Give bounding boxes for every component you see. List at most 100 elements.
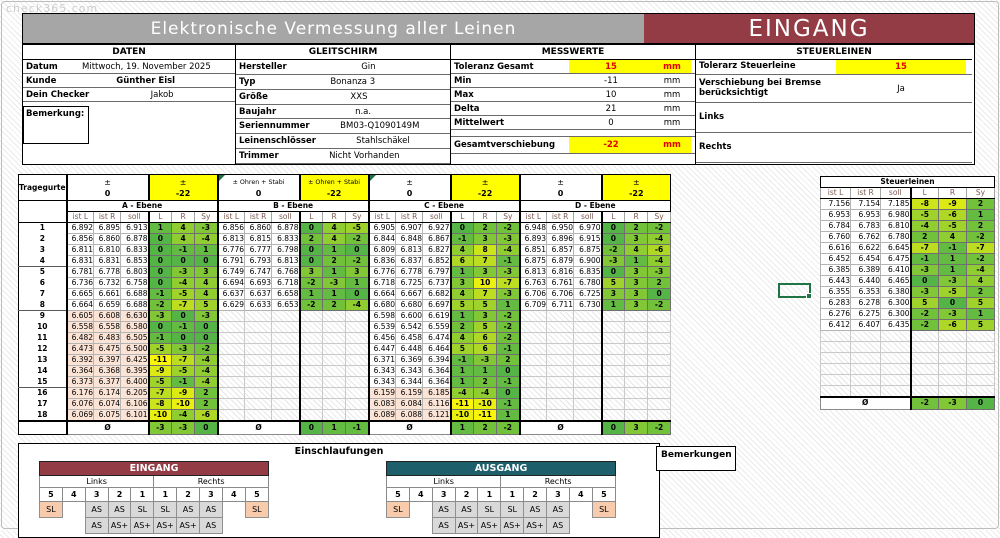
field-value[interactable]: -11 (569, 74, 653, 87)
ist-l-cell[interactable]: 6.452 (821, 254, 851, 265)
ist-r-cell[interactable]: 6.732 (94, 278, 121, 289)
ist-l-cell[interactable]: 6.749 (218, 267, 245, 278)
empty-cell[interactable] (245, 388, 272, 399)
diff-r-cell[interactable]: -7 (172, 300, 195, 311)
soll-cell[interactable]: 6.737 (423, 278, 451, 289)
diff-sy-cell[interactable]: 3 (195, 267, 218, 278)
ist-l-cell[interactable]: 6.385 (821, 265, 851, 276)
soll-cell[interactable]: 6.797 (423, 267, 451, 278)
diff-r-cell[interactable]: 1 (939, 254, 967, 265)
diff-l-cell[interactable]: -5 (911, 210, 939, 221)
shift-zero-cell[interactable]: ±0 (369, 175, 451, 201)
soll-cell[interactable]: 6.915 (574, 234, 602, 245)
soll-cell[interactable]: 6.810 (881, 221, 911, 232)
empty-cell[interactable] (272, 388, 300, 399)
soll-cell[interactable]: 6.827 (423, 245, 451, 256)
loop-tag[interactable]: SL (245, 502, 268, 518)
diff-r-cell[interactable]: -6 (939, 210, 967, 221)
soll-cell[interactable]: 6.833 (121, 245, 149, 256)
diff-l-cell[interactable]: 0 (602, 267, 625, 278)
ist-r-cell[interactable]: 6.622 (851, 243, 881, 254)
diff-l-cell[interactable]: 5 (451, 300, 474, 311)
diff-sy-cell[interactable]: 2 (195, 399, 218, 410)
empty-cell[interactable] (323, 388, 346, 399)
loop-tag[interactable] (245, 518, 268, 534)
field-value[interactable]: 15 (569, 60, 653, 73)
field-value[interactable] (836, 133, 966, 162)
diff-r-cell[interactable]: 4 (323, 223, 346, 234)
loop-tag[interactable]: AS+ (455, 518, 478, 534)
empty-cell[interactable] (245, 344, 272, 355)
empty-cell[interactable] (520, 366, 547, 377)
ist-r-cell[interactable]: 6.389 (851, 265, 881, 276)
loop-tag[interactable]: SL (501, 502, 524, 518)
empty-cell[interactable] (218, 355, 245, 366)
loop-tag[interactable] (62, 518, 85, 534)
empty-cell[interactable] (547, 355, 574, 366)
ist-l-cell[interactable]: 6.781 (67, 267, 94, 278)
ist-l-cell[interactable]: 6.811 (67, 245, 94, 256)
shift-zero-cell[interactable]: ± Ohren + Stabi0 (218, 175, 300, 201)
diff-l-cell[interactable]: -3 (911, 265, 939, 276)
loop-tag[interactable]: AS+ (154, 518, 177, 534)
empty-cell[interactable] (602, 322, 625, 333)
empty-cell[interactable] (300, 344, 323, 355)
empty-cell[interactable] (911, 342, 939, 353)
empty-cell[interactable] (300, 366, 323, 377)
diff-sy-cell[interactable]: -2 (497, 223, 520, 234)
diff-sy-cell[interactable]: 4 (967, 276, 995, 287)
diff-l-cell[interactable]: 0 (149, 322, 172, 333)
ist-l-cell[interactable]: 6.364 (67, 366, 94, 377)
empty-cell[interactable] (218, 410, 245, 422)
diff-sy-cell[interactable]: -2 (195, 344, 218, 355)
ist-r-cell[interactable]: 6.777 (245, 245, 272, 256)
ist-l-cell[interactable]: 6.953 (821, 210, 851, 221)
ist-l-cell[interactable]: 6.776 (369, 267, 396, 278)
ist-l-cell[interactable]: 6.763 (520, 278, 547, 289)
diff-sy-cell[interactable]: -4 (195, 366, 218, 377)
diff-sy-cell[interactable]: -1 (497, 399, 520, 410)
diff-r-cell[interactable]: -1 (939, 243, 967, 254)
diff-r-cell[interactable]: -9 (172, 388, 195, 399)
diff-sy-cell[interactable]: -2 (967, 254, 995, 265)
ist-l-cell[interactable]: 6.905 (369, 223, 396, 234)
empty-cell[interactable] (881, 364, 911, 375)
loop-tag[interactable] (40, 518, 63, 534)
empty-cell[interactable] (574, 410, 602, 422)
empty-cell[interactable] (323, 322, 346, 333)
ist-l-cell[interactable]: 6.176 (67, 388, 94, 399)
diff-sy-cell[interactable]: -4 (195, 377, 218, 388)
ist-r-cell[interactable]: 6.667 (396, 289, 423, 300)
ist-l-cell[interactable]: 6.791 (218, 256, 245, 267)
loop-tag[interactable] (222, 502, 245, 518)
ist-l-cell[interactable]: 6.159 (369, 388, 396, 399)
empty-cell[interactable] (881, 331, 911, 342)
empty-cell[interactable] (218, 366, 245, 377)
empty-cell[interactable] (520, 333, 547, 344)
empty-cell[interactable] (245, 377, 272, 388)
empty-cell[interactable] (939, 331, 967, 342)
diff-r-cell[interactable]: 4 (323, 234, 346, 245)
empty-cell[interactable] (300, 377, 323, 388)
diff-l-cell[interactable]: -1 (451, 355, 474, 366)
ist-l-cell[interactable]: 6.373 (67, 377, 94, 388)
diff-l-cell[interactable]: 3 (300, 267, 323, 278)
empty-cell[interactable] (851, 342, 881, 353)
soll-cell[interactable]: 6.658 (272, 289, 300, 300)
ist-l-cell[interactable]: 6.456 (369, 333, 396, 344)
diff-l-cell[interactable]: -10 (149, 410, 172, 422)
loop-tag[interactable]: AS+ (131, 518, 154, 534)
empty-cell[interactable] (547, 388, 574, 399)
ist-l-cell[interactable]: 6.069 (67, 410, 94, 422)
empty-cell[interactable] (939, 364, 967, 375)
shift-zero-cell[interactable]: ±0 (520, 175, 602, 201)
diff-sy-cell[interactable]: -3 (497, 234, 520, 245)
ist-r-cell[interactable]: 6.953 (851, 210, 881, 221)
ist-l-cell[interactable]: 6.856 (218, 223, 245, 234)
ist-r-cell[interactable]: 6.377 (94, 377, 121, 388)
loop-tag[interactable]: AS (524, 502, 547, 518)
empty-cell[interactable] (346, 410, 369, 422)
diff-r-cell[interactable]: 2 (474, 223, 497, 234)
soll-cell[interactable]: 6.780 (881, 232, 911, 243)
ist-r-cell[interactable]: 6.343 (396, 366, 423, 377)
